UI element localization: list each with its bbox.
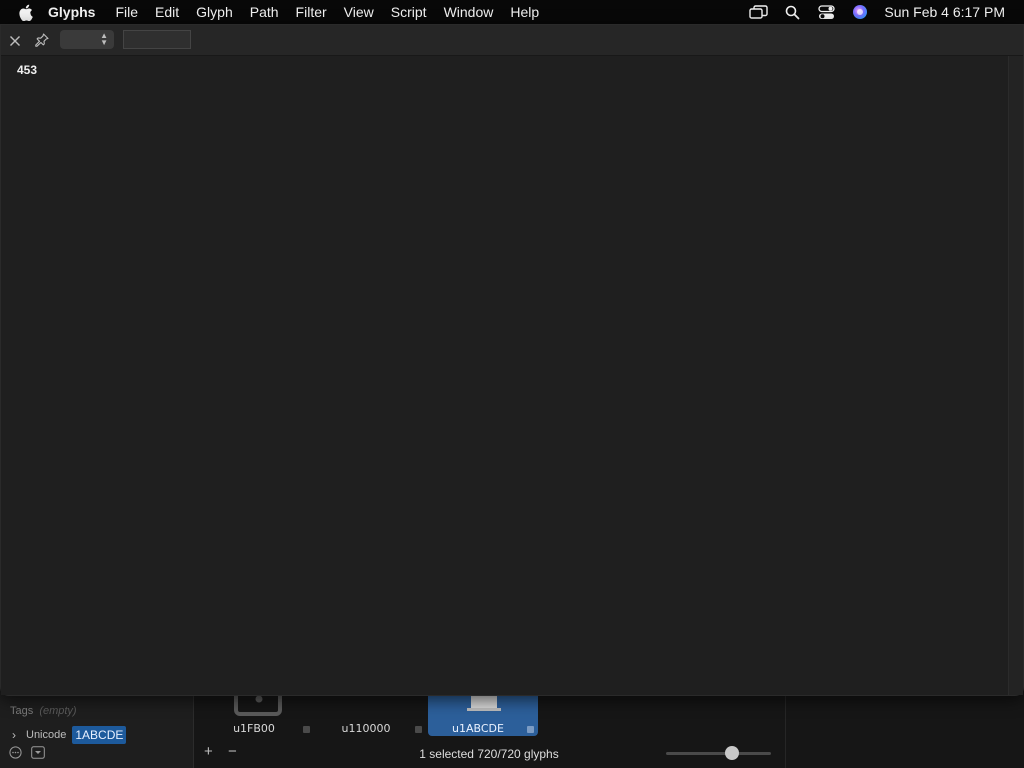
menu-bar: Glyphs File Edit Glyph Path Filter View … — [0, 0, 1024, 24]
stepper-arrows-icon[interactable]: ▲ ▼ — [100, 32, 108, 47]
preview-value-label: 453 — [17, 63, 38, 77]
preview-scrollbar[interactable] — [1008, 56, 1023, 695]
siri-icon[interactable] — [849, 2, 871, 22]
glyph-color-mark — [303, 726, 310, 733]
menu-filter[interactable]: Filter — [296, 4, 327, 20]
menu-script[interactable]: Script — [391, 4, 427, 20]
menu-view[interactable]: View — [344, 4, 374, 20]
menu-edit[interactable]: Edit — [155, 4, 179, 20]
preview-toolbar: ▲ ▼ — [1, 25, 1023, 56]
dropdown-menu-icon[interactable] — [31, 745, 45, 759]
glyph-cell[interactable]: u110000 — [316, 690, 426, 736]
close-icon[interactable] — [9, 34, 21, 46]
glyph-cell[interactable]: u1FB00 — [204, 690, 314, 736]
pin-icon[interactable] — [35, 33, 49, 47]
spotlight-search-icon[interactable] — [781, 2, 803, 22]
unicode-row: › Unicode 1ABCDE — [12, 726, 127, 744]
glyph-cell-label: u1ABCDE — [452, 722, 504, 735]
size-stepper[interactable]: ▲ ▼ — [60, 30, 114, 49]
sidebar-icon-row — [8, 745, 54, 759]
font-window-bottom: Tags (empty) › Unicode 1ABCDE u1FB00 u11… — [0, 690, 1024, 768]
preview-text-field[interactable] — [123, 30, 191, 49]
preview-canvas[interactable]: 453 — [1, 56, 1009, 695]
menu-file[interactable]: File — [115, 4, 138, 20]
preview-window: ▲ ▼ 453 — [0, 24, 1024, 696]
zoom-slider[interactable] — [666, 746, 771, 760]
menu-path[interactable]: Path — [250, 4, 279, 20]
glyph-color-mark — [415, 726, 422, 733]
disclosure-triangle-icon[interactable]: › — [12, 728, 16, 742]
glyph-cell-label: u110000 — [341, 722, 391, 735]
menu-bar-clock[interactable]: Sun Feb 4 6:17 PM — [884, 4, 1005, 20]
menu-glyph[interactable]: Glyph — [196, 4, 233, 20]
unicode-label: Unicode — [26, 729, 67, 741]
tags-label: Tags — [10, 705, 34, 717]
unicode-value-field[interactable]: 1ABCDE — [72, 726, 127, 744]
glyph-cell-label: u1FB00 — [233, 722, 275, 735]
glyph-color-mark — [527, 726, 534, 733]
tags-value[interactable]: (empty) — [39, 705, 76, 717]
font-window-bottom-bar: + − 1 selected 720/720 glyphs — [194, 740, 784, 768]
screen-mirroring-icon[interactable] — [747, 2, 769, 22]
glyph-grid: u1FB00 u110000 u1ABCDE — [194, 690, 975, 740]
menu-help[interactable]: Help — [510, 4, 539, 20]
menu-bar-status-area: Sun Feb 4 6:17 PM — [735, 0, 1024, 24]
menu-window[interactable]: Window — [444, 4, 494, 20]
control-center-icon[interactable] — [815, 2, 837, 22]
glyph-cell-selected[interactable]: u1ABCDE — [428, 690, 538, 736]
menu-app-glyphs[interactable]: Glyphs — [48, 4, 95, 20]
more-options-icon[interactable] — [8, 745, 22, 759]
apple-menu-icon[interactable] — [18, 4, 34, 21]
glyph-info-sidebar: Tags (empty) › Unicode 1ABCDE — [0, 690, 194, 768]
font-window-right-area — [785, 690, 1024, 768]
tags-row: Tags (empty) — [10, 705, 77, 717]
